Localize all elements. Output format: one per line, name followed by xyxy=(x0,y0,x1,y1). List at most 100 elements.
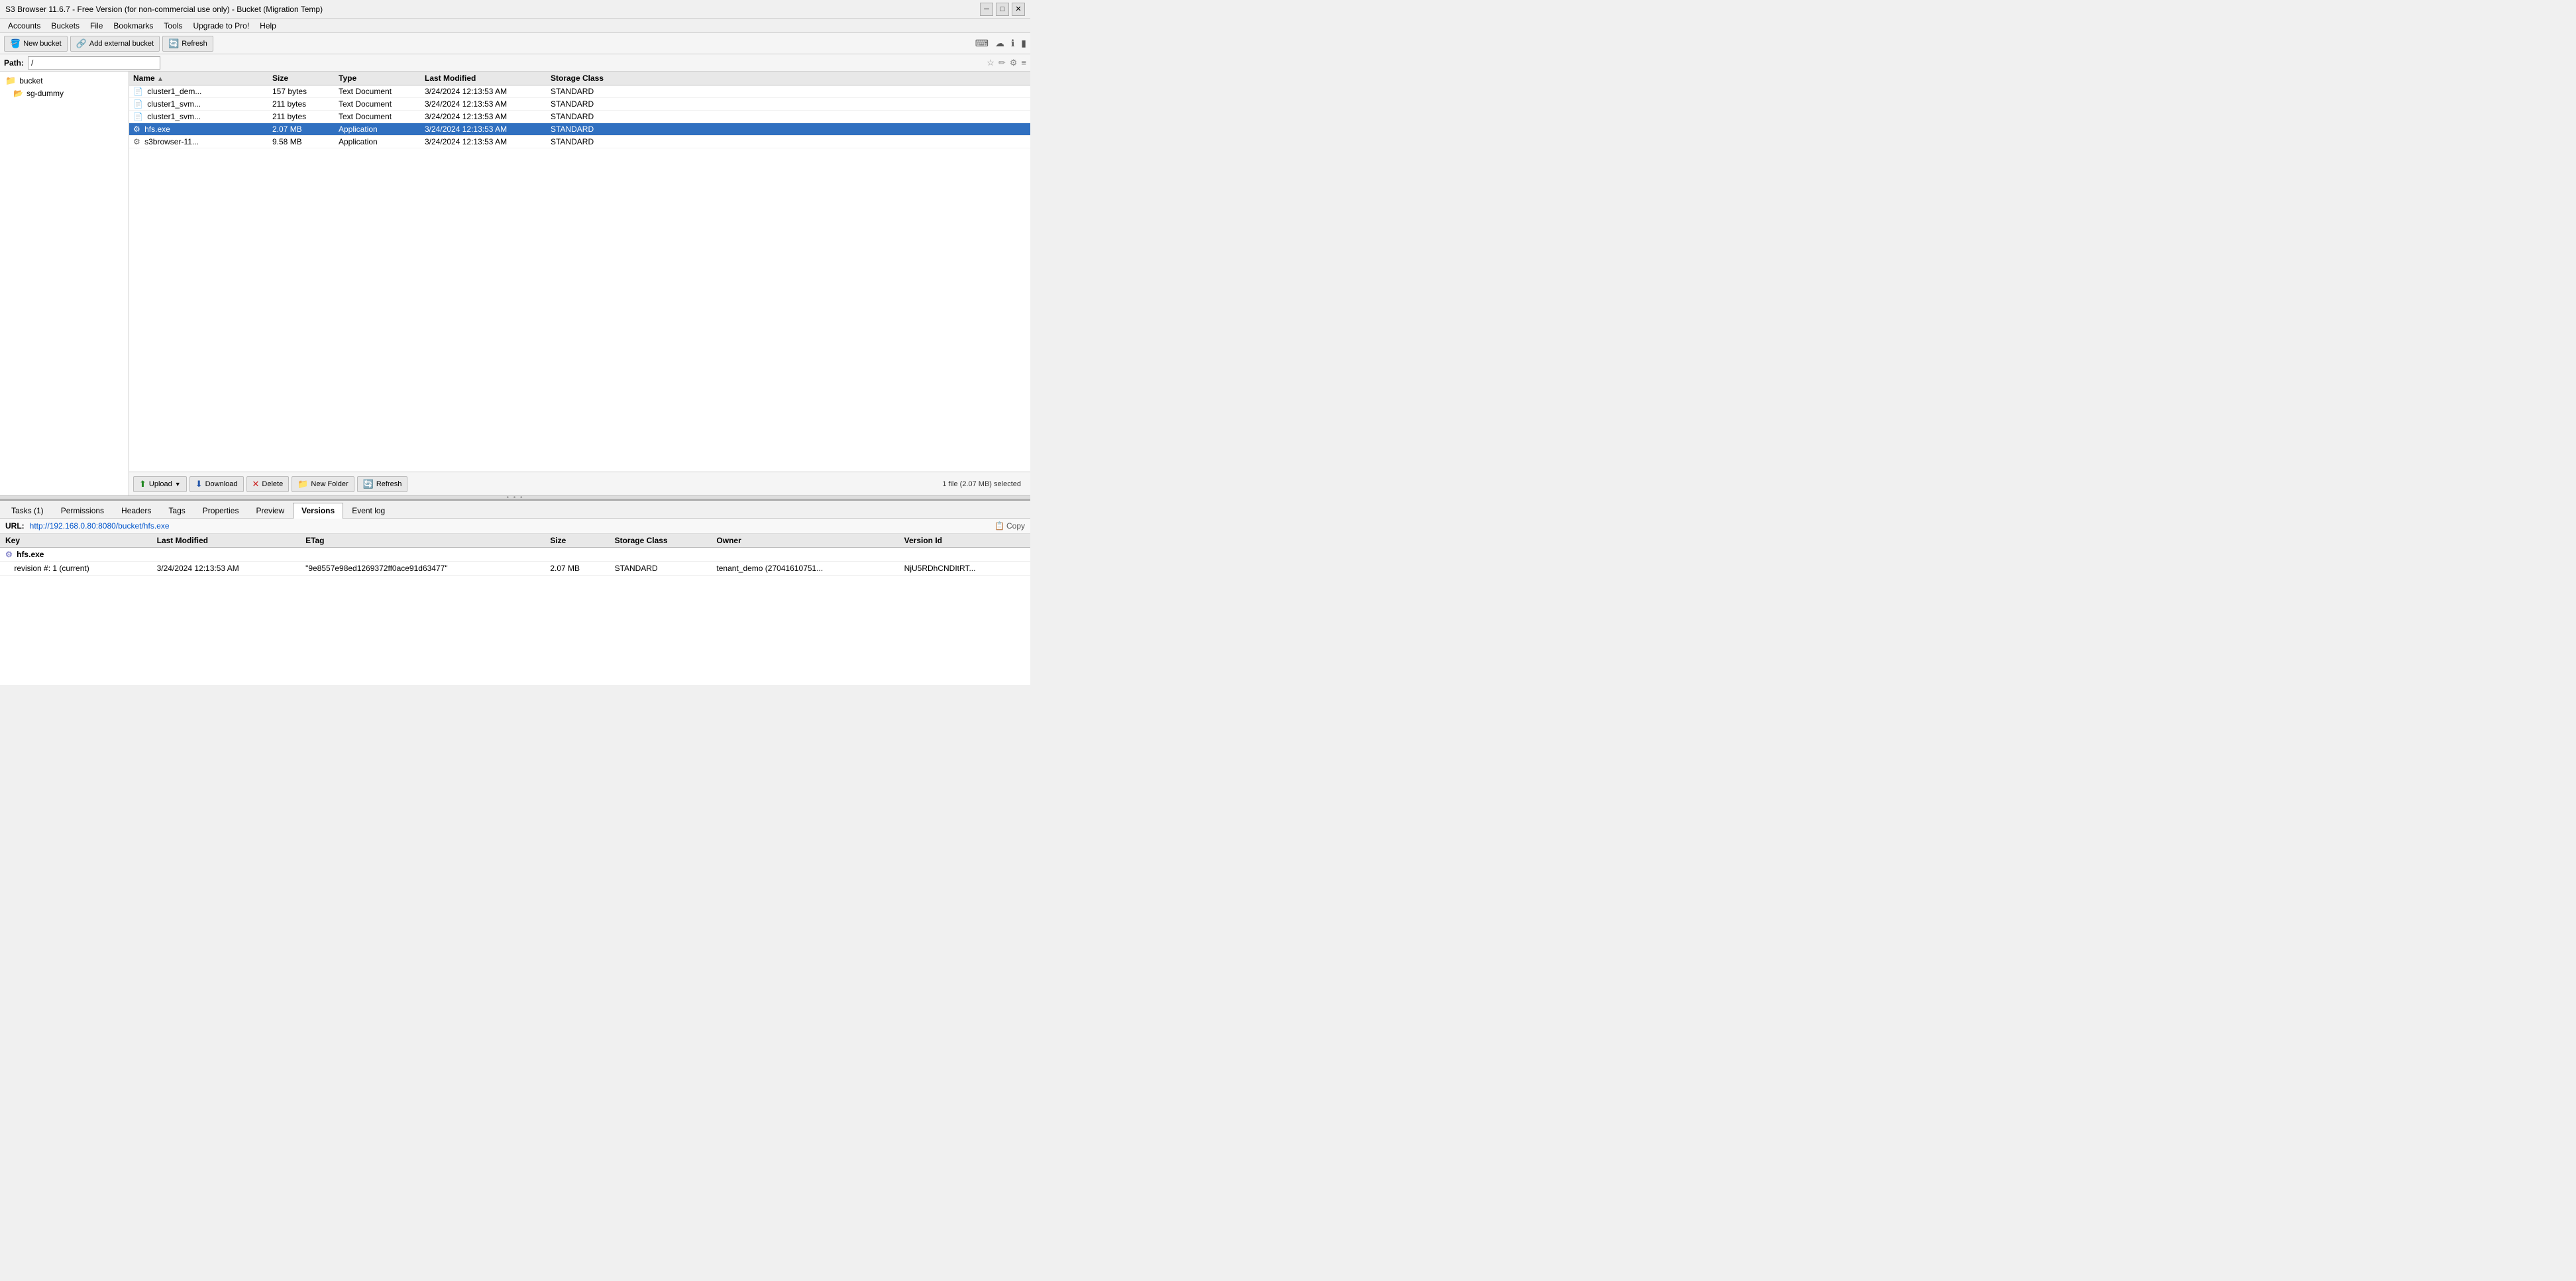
filelist-refresh-button[interactable]: 🔄 Refresh xyxy=(357,476,408,492)
cloud-icon[interactable]: ☁ xyxy=(995,38,1004,49)
table-row[interactable]: ⚙ s3browser-11... 9.58 MB Application 3/… xyxy=(129,136,1030,148)
info-icon[interactable]: ℹ xyxy=(1011,38,1014,49)
versions-col-size[interactable]: Size xyxy=(545,534,609,548)
file-modified: 3/24/2024 12:13:53 AM xyxy=(421,99,547,109)
versions-file-row[interactable]: ⚙ hfs.exe xyxy=(0,548,1030,562)
add-external-bucket-button[interactable]: 🔗 Add external bucket xyxy=(70,36,160,52)
file-size: 157 bytes xyxy=(268,87,335,96)
file-modified: 3/24/2024 12:13:53 AM xyxy=(421,137,547,146)
star-icon[interactable]: ☆ xyxy=(987,58,994,68)
toolbar-refresh-button[interactable]: 🔄 Refresh xyxy=(162,36,213,52)
menu-bookmarks[interactable]: Bookmarks xyxy=(108,20,158,32)
file-doc-icon: 📄 xyxy=(133,99,143,109)
file-storage: STANDARD xyxy=(547,99,633,109)
table-row[interactable]: 📄 cluster1_dem... 157 bytes Text Documen… xyxy=(129,85,1030,98)
tab-eventlog[interactable]: Event log xyxy=(343,503,394,518)
tab-preview[interactable]: Preview xyxy=(247,503,293,518)
pathbar: Path: ☆ ✏ ⚙ ≡ xyxy=(0,54,1030,72)
new-folder-icon: 📁 xyxy=(297,479,308,489)
table-row[interactable]: 📄 cluster1_svm... 211 bytes Text Documen… xyxy=(129,98,1030,111)
keyboard-icon[interactable]: ⌨ xyxy=(975,38,989,49)
download-button[interactable]: ⬇ Download xyxy=(189,476,244,492)
menu-tools[interactable]: Tools xyxy=(158,20,188,32)
bucket-folder-icon: 📁 xyxy=(5,76,16,86)
edit-icon[interactable]: ✏ xyxy=(998,58,1006,68)
file-type: Text Document xyxy=(335,112,421,121)
versions-revision-size: 2.07 MB xyxy=(545,562,609,576)
path-input[interactable] xyxy=(28,56,160,70)
col-header-size[interactable]: Size xyxy=(268,74,335,83)
sidebar-item-bucket[interactable]: 📁 bucket xyxy=(0,74,129,87)
toolbar-refresh-label: Refresh xyxy=(182,40,207,48)
tab-tasks[interactable]: Tasks (1) xyxy=(3,503,52,518)
versions-col-storage[interactable]: Storage Class xyxy=(610,534,712,548)
copy-button[interactable]: 📋 Copy xyxy=(994,521,1025,531)
file-storage: STANDARD xyxy=(547,137,633,146)
upload-dropdown-arrow[interactable]: ▼ xyxy=(175,481,181,487)
menu-help[interactable]: Help xyxy=(254,20,282,32)
versions-revision-versionid: NjU5RDhCNDItRT... xyxy=(899,562,1030,576)
file-size: 2.07 MB xyxy=(268,125,335,134)
sidebar: 📁 bucket 📂 sg-dummy xyxy=(0,72,129,495)
menu-upgrade[interactable]: Upgrade to Pro! xyxy=(188,20,254,32)
upload-button[interactable]: ⬆ Upload ▼ xyxy=(133,476,187,492)
versions-table: Key Last Modified ETag Size Storage Clas… xyxy=(0,534,1030,576)
versions-file-size xyxy=(545,548,609,562)
sidebar-item-sg-dummy[interactable]: 📂 sg-dummy xyxy=(0,87,129,99)
menu-accounts[interactable]: Accounts xyxy=(3,20,46,32)
pause-icon[interactable]: ▮ xyxy=(1021,38,1026,49)
new-folder-label: New Folder xyxy=(311,480,348,488)
versions-file-owner xyxy=(711,548,898,562)
versions-file-key: ⚙ hfs.exe xyxy=(0,548,152,562)
versions-revision-row[interactable]: revision #: 1 (current) 3/24/2024 12:13:… xyxy=(0,562,1030,576)
versions-col-versionid[interactable]: Version Id xyxy=(899,534,1030,548)
bottom-tabs: Tasks (1) Permissions Headers Tags Prope… xyxy=(0,501,1030,519)
copy-label: Copy xyxy=(1006,521,1025,531)
file-type: Text Document xyxy=(335,99,421,109)
tab-tags[interactable]: Tags xyxy=(160,503,193,518)
col-header-type[interactable]: Type xyxy=(335,74,421,83)
url-label: URL: xyxy=(5,521,25,531)
table-row[interactable]: 📄 cluster1_svm... 211 bytes Text Documen… xyxy=(129,111,1030,123)
versions-col-key[interactable]: Key xyxy=(0,534,152,548)
versions-revision-owner: tenant_demo (27041610751... xyxy=(711,562,898,576)
menu-buckets[interactable]: Buckets xyxy=(46,20,85,32)
col-header-storage[interactable]: Storage Class xyxy=(547,74,633,83)
new-bucket-label: New bucket xyxy=(23,40,61,48)
drag-dots: • • • xyxy=(506,494,523,501)
delete-button[interactable]: ✕ Delete xyxy=(246,476,290,492)
minimize-button[interactable]: ─ xyxy=(980,3,993,16)
file-exe-icon: ⚙ xyxy=(133,125,140,134)
file-exe-icon-2: ⚙ xyxy=(133,137,140,146)
versions-col-owner[interactable]: Owner xyxy=(711,534,898,548)
new-folder-button[interactable]: 📁 New Folder xyxy=(292,476,354,492)
titlebar-controls: ─ □ ✕ xyxy=(980,3,1025,16)
versions-revision-modified: 3/24/2024 12:13:53 AM xyxy=(152,562,300,576)
restore-button[interactable]: □ xyxy=(996,3,1009,16)
tab-headers[interactable]: Headers xyxy=(113,503,160,518)
close-button[interactable]: ✕ xyxy=(1012,3,1025,16)
sidebar-item-bucket-label: bucket xyxy=(19,76,42,85)
tab-permissions[interactable]: Permissions xyxy=(52,503,113,518)
versions-revision-etag: "9e8557e98ed1269372ff0ace91d63477" xyxy=(300,562,545,576)
filter-icon[interactable]: ⚙ xyxy=(1010,58,1018,68)
versions-file-icon: ⚙ xyxy=(5,550,13,559)
col-header-modified[interactable]: Last Modified xyxy=(421,74,547,83)
upload-icon: ⬆ xyxy=(139,479,146,489)
upload-label: Upload xyxy=(149,480,172,488)
file-type: Application xyxy=(335,125,421,134)
versions-col-modified[interactable]: Last Modified xyxy=(152,534,300,548)
titlebar: S3 Browser 11.6.7 - Free Version (for no… xyxy=(0,0,1030,19)
file-type: Application xyxy=(335,137,421,146)
tab-versions[interactable]: Versions xyxy=(293,503,343,519)
url-value: http://192.168.0.80:8080/bucket/hfs.exe xyxy=(30,521,170,531)
tab-properties[interactable]: Properties xyxy=(194,503,248,518)
view-icon[interactable]: ≡ xyxy=(1021,58,1026,68)
filelist-header: Name ▲ Size Type Last Modified Storage C… xyxy=(129,72,1030,85)
versions-col-etag[interactable]: ETag xyxy=(300,534,545,548)
col-header-name[interactable]: Name ▲ xyxy=(129,74,268,83)
table-row[interactable]: ⚙ hfs.exe 2.07 MB Application 3/24/2024 … xyxy=(129,123,1030,136)
file-storage: STANDARD xyxy=(547,87,633,96)
menu-file[interactable]: File xyxy=(85,20,108,32)
new-bucket-button[interactable]: 🪣 New bucket xyxy=(4,36,68,52)
